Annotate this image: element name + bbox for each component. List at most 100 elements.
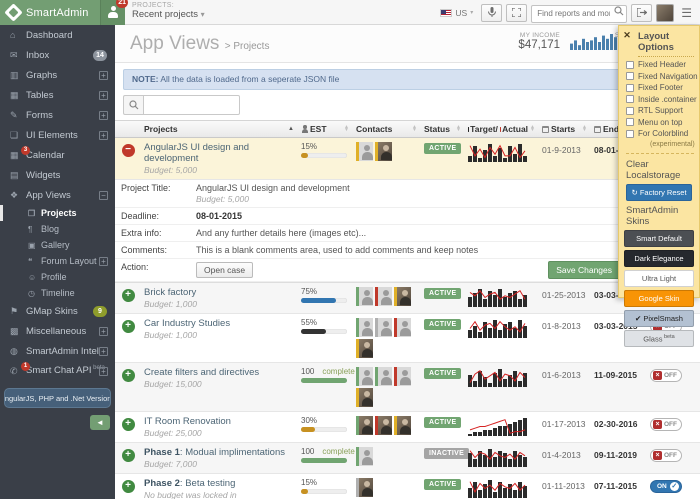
contact-avatar[interactable] [375, 416, 392, 435]
option-menu-on-top[interactable]: Menu on top [626, 118, 694, 127]
save-changes-button[interactable]: Save Changes [548, 261, 620, 279]
contact-avatar[interactable] [356, 367, 373, 386]
sidebar-item-smartadmin-intel[interactable]: ◍SmartAdmin Intel+ [0, 341, 115, 361]
sidebar-item-profile[interactable]: ☺Profile [0, 269, 115, 285]
sidebar-collapse-button[interactable]: ◄ [90, 415, 110, 430]
sidebar-item-widgets[interactable]: ▤Widgets [0, 165, 115, 185]
toggle-switch-on[interactable]: ON✓ [650, 480, 682, 493]
contact-avatar[interactable] [356, 447, 373, 466]
expand-row-icon[interactable]: + [122, 320, 135, 333]
contact-avatar[interactable] [375, 367, 392, 386]
checkbox-unchecked[interactable] [626, 130, 634, 138]
option-fixed-header[interactable]: Fixed Header [626, 60, 694, 69]
contact-avatar[interactable] [394, 318, 411, 337]
activity-button[interactable]: 21 [100, 0, 125, 25]
language-picker[interactable]: US ▾ [440, 8, 473, 18]
sidebar-item-graphs[interactable]: ▥Graphs+ [0, 65, 115, 85]
contact-avatar[interactable] [394, 416, 411, 435]
contact-avatar[interactable] [375, 318, 392, 337]
voice-command-button[interactable] [481, 4, 502, 22]
expand-icon[interactable]: + [99, 367, 108, 376]
sidebar-item-ui-elements[interactable]: ❏UI Elements+ [0, 125, 115, 145]
expand-icon[interactable]: + [99, 257, 108, 266]
sidebar-item-timeline[interactable]: ◷Timeline [0, 285, 115, 301]
table-filter-input[interactable] [143, 95, 240, 115]
search-icon[interactable] [614, 6, 624, 16]
close-icon[interactable]: ✕ [621, 29, 633, 41]
contact-avatar[interactable] [356, 318, 373, 337]
option-inside-container[interactable]: Inside .container [626, 95, 694, 104]
skin-button-glass[interactable]: Glass beta [624, 330, 694, 348]
logout-button[interactable] [631, 4, 652, 22]
column-header-status[interactable]: Status▲▼ [421, 121, 465, 137]
column-header-projects[interactable]: Projects▲ [141, 121, 298, 137]
skin-button-google-skin[interactable]: Google Skin [624, 290, 694, 307]
checkbox-unchecked[interactable] [626, 118, 634, 126]
expand-icon[interactable]: + [99, 71, 108, 80]
sidebar-item-tables[interactable]: ▦Tables+ [0, 85, 115, 105]
avatar[interactable] [656, 4, 674, 22]
collapse-row-icon[interactable]: − [122, 144, 135, 157]
column-header-est[interactable]: EST▲▼ [298, 121, 353, 137]
column-header-target-actual[interactable]: Target/Actual▲▼ [465, 121, 539, 137]
option-fixed-navigation[interactable]: Fixed Navigation [626, 72, 694, 81]
checkbox-unchecked[interactable] [626, 107, 634, 115]
factory-reset-button[interactable]: ↻ Factory Reset [626, 184, 692, 201]
sidebar-item-forms[interactable]: ✎Forms+ [0, 105, 115, 125]
toggle-switch-off[interactable]: ×OFF [650, 449, 682, 462]
option-rtl-support[interactable]: RTL Support [626, 106, 694, 115]
expand-row-icon[interactable]: + [122, 369, 135, 382]
sidebar-item-blog[interactable]: ¶Blog [0, 221, 115, 237]
checkbox-unchecked[interactable] [626, 95, 634, 103]
contact-avatar[interactable] [394, 287, 411, 306]
sidebar-item-gallery[interactable]: ▣Gallery [0, 237, 115, 253]
fullscreen-button[interactable] [506, 4, 527, 22]
contact-avatar[interactable] [356, 388, 373, 407]
sidebar-item-gmap-skins[interactable]: ⚑GMap Skins9 [0, 301, 115, 321]
contact-avatar[interactable] [356, 142, 373, 161]
versions-button[interactable]: AngularJS, PHP and .Net Versions [4, 388, 111, 408]
sidebar-item-app-views[interactable]: ❖App Views− [0, 185, 115, 205]
search-input[interactable] [531, 5, 627, 23]
recent-projects-dropdown[interactable]: Recent projects ▾ [132, 9, 205, 20]
sidebar-item-dashboard[interactable]: ⌂Dashboard [0, 25, 115, 45]
expand-icon[interactable]: + [99, 327, 108, 336]
skin-button-ultra-light[interactable]: Ultra Light [624, 270, 694, 287]
expand-icon[interactable]: + [99, 111, 108, 120]
skin-button-pixelsmash[interactable]: ✔ PixelSmash [624, 310, 694, 327]
checkbox-unchecked[interactable] [626, 61, 634, 69]
expand-row-icon[interactable]: + [122, 449, 135, 462]
option-for-colorblind[interactable]: For Colorblind [626, 129, 694, 138]
expand-row-icon[interactable]: + [122, 289, 135, 302]
toggle-switch-off[interactable]: ×OFF [650, 418, 682, 431]
skin-button-smart-default[interactable]: Smart Default [624, 230, 694, 247]
contact-avatar[interactable] [375, 287, 392, 306]
skin-button-dark-elegance[interactable]: Dark Elegance [624, 250, 694, 267]
open-case-button[interactable]: Open case [196, 262, 253, 278]
hamburger-menu-icon[interactable]: ☰ [678, 4, 695, 22]
contact-avatar[interactable] [394, 367, 411, 386]
sidebar-item-smart-chat-api[interactable]: ✆1Smart Chat API beta+ [0, 361, 115, 381]
expand-icon[interactable]: + [99, 347, 108, 356]
contact-avatar[interactable] [356, 287, 373, 306]
sidebar-item-inbox[interactable]: ✉Inbox14 [0, 45, 115, 65]
contact-avatar[interactable] [356, 339, 373, 358]
column-header-starts[interactable]: Starts▲▼ [539, 121, 591, 137]
collapse-icon[interactable]: − [99, 191, 108, 200]
sidebar-item-calendar[interactable]: ▦3Calendar [0, 145, 115, 165]
sidebar-item-projects[interactable]: ❐Projects [0, 205, 115, 221]
contact-avatar[interactable] [356, 478, 373, 497]
expand-icon[interactable]: + [99, 131, 108, 140]
contact-avatar[interactable] [375, 142, 392, 161]
toggle-switch-off[interactable]: ×OFF [650, 369, 682, 382]
checkbox-unchecked[interactable] [626, 72, 634, 80]
sidebar-item-miscellaneous[interactable]: ▩Miscellaneous+ [0, 321, 115, 341]
column-header-contacts[interactable]: Contacts▲▼ [353, 121, 421, 137]
expand-row-icon[interactable]: + [122, 418, 135, 431]
expand-icon[interactable]: + [99, 91, 108, 100]
option-fixed-footer[interactable]: Fixed Footer [626, 83, 694, 92]
sidebar-item-forum-layout[interactable]: ❝Forum Layout+ [0, 253, 115, 269]
expand-row-icon[interactable]: + [122, 480, 135, 493]
checkbox-unchecked[interactable] [626, 84, 634, 92]
contact-avatar[interactable] [356, 416, 373, 435]
